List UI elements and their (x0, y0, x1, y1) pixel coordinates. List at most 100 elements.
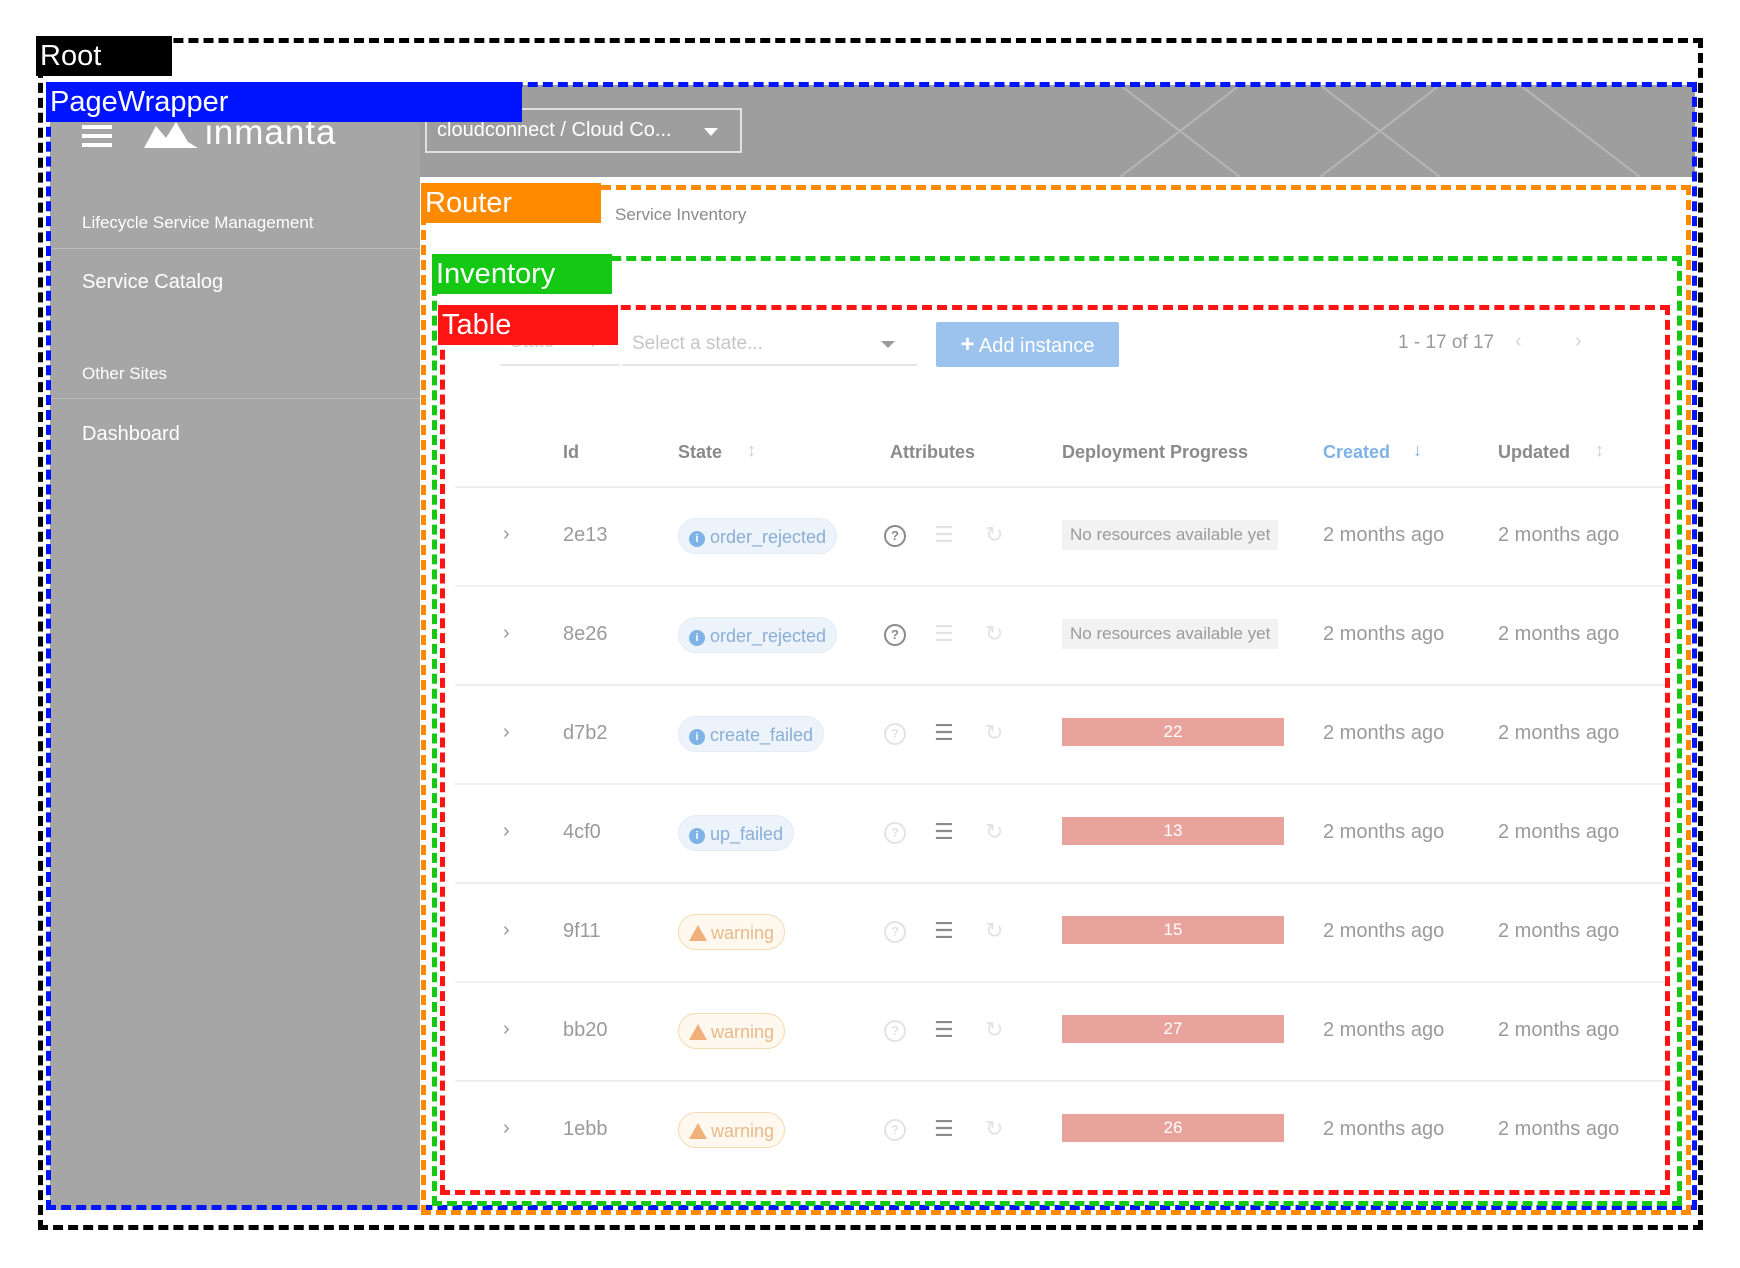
nav-section-other-sites: Other Sites (82, 364, 168, 383)
updated-cell: 2 months ago (1498, 820, 1620, 843)
redo-icon[interactable]: ↻ (985, 720, 1003, 746)
column-header-updated[interactable]: Updated (1498, 442, 1570, 463)
help-icon[interactable]: ? (884, 722, 906, 745)
created-cell: 2 months ago (1323, 622, 1445, 645)
row-divider (455, 882, 1670, 884)
help-icon[interactable]: ? (884, 623, 906, 646)
next-page-icon[interactable]: › (1575, 330, 1582, 353)
status-badge: warning (678, 913, 786, 950)
column-header-attributes: Attributes (890, 442, 975, 462)
inventory-outline (432, 256, 1682, 1206)
status-badge: i order_rejected (678, 616, 838, 653)
breadcrumb-current: Service Inventory (615, 205, 747, 224)
caret-down-icon (704, 128, 718, 136)
inventory-tag: Inventory (432, 254, 612, 294)
row-id: 1ebb (563, 1117, 608, 1140)
sort-icon[interactable]: ↕ (1595, 440, 1604, 461)
redo-icon[interactable]: ↻ (985, 1116, 1003, 1142)
nav-item-service-catalog[interactable]: Service Catalog (82, 271, 223, 294)
status-text: order_rejected (710, 625, 827, 646)
expand-chevron-icon[interactable]: › (503, 523, 510, 546)
row-divider (455, 981, 1670, 983)
status-text: order_rejected (710, 526, 827, 547)
status-badge: i create_failed (678, 715, 825, 752)
help-icon[interactable]: ? (884, 920, 906, 943)
list-icon[interactable]: ☰ (934, 720, 954, 746)
sort-icon[interactable]: ↕ (747, 440, 756, 461)
info-icon: i (689, 728, 705, 745)
list-icon[interactable]: ☰ (934, 1116, 954, 1142)
deployment-progress-bar: 26 (1062, 1113, 1284, 1142)
no-resources-label: No resources available yet (1062, 519, 1279, 550)
expand-chevron-icon[interactable]: › (503, 919, 510, 942)
redo-icon[interactable]: ↻ (985, 522, 1003, 548)
row-id: 8e26 (563, 622, 608, 645)
environment-label: cloudconnect / Cloud Co... (437, 119, 672, 141)
list-icon[interactable]: ☰ (934, 621, 954, 647)
row-id: 9f11 (563, 919, 601, 942)
table-outline (440, 305, 1670, 1195)
list-icon[interactable]: ☰ (934, 522, 954, 548)
nav-item-dashboard[interactable]: Dashboard (82, 423, 180, 446)
help-icon[interactable]: ? (884, 1019, 906, 1042)
status-text: up_failed (710, 823, 784, 844)
prev-page-icon[interactable]: ‹ (1515, 330, 1522, 353)
help-icon[interactable]: ? (884, 1118, 906, 1141)
status-text: warning (711, 922, 775, 943)
expand-chevron-icon[interactable]: › (503, 622, 510, 645)
help-icon[interactable]: ? (884, 524, 906, 547)
updated-cell: 2 months ago (1498, 1117, 1620, 1140)
status-text: warning (711, 1120, 775, 1141)
redo-icon[interactable]: ↻ (985, 621, 1003, 647)
redo-icon[interactable]: ↻ (985, 819, 1003, 845)
router-tag: Router (421, 183, 601, 223)
breadcrumb: Service Inventory (615, 205, 746, 225)
header-divider (455, 486, 1670, 488)
status-badge: warning (678, 1012, 786, 1049)
hamburger-menu-icon[interactable] (82, 125, 112, 147)
row-divider (455, 585, 1670, 587)
created-cell: 2 months ago (1323, 820, 1445, 843)
row-id: 2e13 (563, 523, 608, 546)
add-instance-label: Add instance (978, 335, 1095, 357)
status-text: create_failed (710, 724, 814, 745)
status-badge: i order_rejected (678, 517, 838, 554)
updated-cell: 2 months ago (1498, 919, 1620, 942)
state-select[interactable]: Select a state... (622, 323, 917, 366)
row-id: bb20 (563, 1018, 608, 1041)
add-instance-button[interactable]: + Add instance (936, 322, 1119, 367)
expand-chevron-icon[interactable]: › (503, 820, 510, 843)
updated-cell: 2 months ago (1498, 523, 1620, 546)
deployment-progress-bar: 13 (1062, 816, 1284, 845)
column-header-created[interactable]: Created (1323, 442, 1390, 463)
deployment-progress-bar: 22 (1062, 717, 1284, 746)
status-badge: warning (678, 1111, 786, 1148)
nav-section-lifecycle: Lifecycle Service Management (82, 213, 314, 232)
info-icon: i (689, 629, 705, 646)
redo-icon[interactable]: ↻ (985, 1017, 1003, 1043)
caret-down-icon (881, 341, 895, 348)
column-header-state[interactable]: State (678, 442, 722, 463)
deployment-progress-bar: 15 (1062, 915, 1284, 944)
expand-chevron-icon[interactable]: › (503, 1018, 510, 1041)
deployment-progress-bar: 27 (1062, 1014, 1284, 1043)
list-icon[interactable]: ☰ (934, 918, 954, 944)
list-icon[interactable]: ☰ (934, 1017, 954, 1043)
row-divider (455, 1080, 1670, 1082)
column-header-id: Id (563, 442, 579, 462)
warning-icon (689, 924, 707, 941)
expand-chevron-icon[interactable]: › (503, 1117, 510, 1140)
redo-icon[interactable]: ↻ (985, 918, 1003, 944)
sort-down-icon[interactable]: ↓ (1413, 440, 1422, 461)
table-tag: Table (438, 305, 618, 345)
help-icon[interactable]: ? (884, 821, 906, 844)
info-icon: i (689, 530, 705, 547)
plus-icon: + (960, 331, 975, 358)
state-placeholder: Select a state... (632, 333, 763, 354)
created-cell: 2 months ago (1323, 721, 1445, 744)
status-badge: i up_failed (678, 814, 795, 851)
nav-divider (50, 398, 420, 399)
created-cell: 2 months ago (1323, 523, 1445, 546)
list-icon[interactable]: ☰ (934, 819, 954, 845)
expand-chevron-icon[interactable]: › (503, 721, 510, 744)
